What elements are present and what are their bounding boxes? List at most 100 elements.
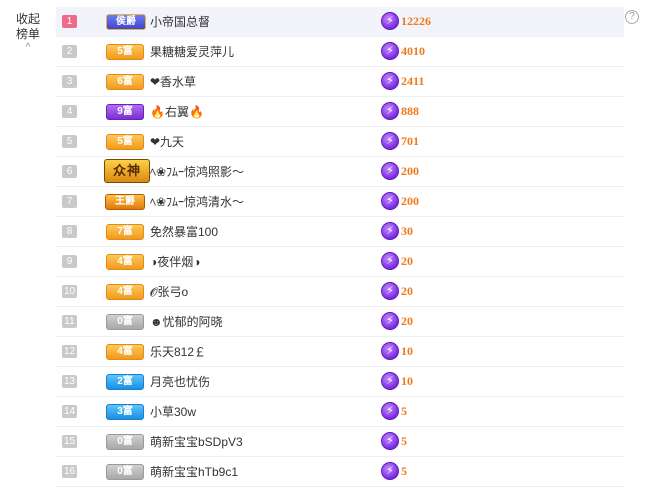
score: ⚡ 20 (381, 312, 413, 330)
leaderboard-row[interactable]: 7 王爵 ﾍ❀ﾌﾑｰ惊鸿清水～ ⚡ 200 (56, 187, 624, 217)
lightning-bolt-icon: ⚡ (381, 42, 399, 60)
lightning-bolt-icon: ⚡ (381, 432, 399, 450)
leaderboard-row[interactable]: 15 0富 萌新宝宝bSDpV3 ⚡ 5 (56, 427, 624, 457)
leaderboard-row[interactable]: 16 0富 萌新宝宝hTb9c1 ⚡ 5 (56, 457, 624, 487)
score: ⚡ 30 (381, 222, 413, 240)
score-value: 30 (401, 223, 413, 238)
user-name[interactable]: 萌新宝宝hTb9c1 (150, 464, 238, 480)
rank-number: 5 (62, 135, 77, 148)
leaderboard-row[interactable]: 6 众神 ﾍ❀ﾌﾑｰ惊鸿照影～ ⚡ 200 (56, 157, 624, 187)
score: ⚡ 888 (381, 102, 419, 120)
leaderboard-row[interactable]: 1 侯爵 小帝国总督 ⚡ 12226 (56, 7, 624, 37)
rank-number: 13 (62, 375, 77, 388)
score-value: 20 (401, 253, 413, 268)
score-value: 4010 (401, 43, 425, 58)
leaderboard-row[interactable]: 5 5富 ❤九天 ⚡ 701 (56, 127, 624, 157)
lightning-bolt-icon: ⚡ (381, 462, 399, 480)
chevron-up-icon: ^ (25, 42, 31, 53)
score: ⚡ 701 (381, 132, 419, 150)
rank-number: 16 (62, 465, 77, 478)
score-value: 20 (401, 283, 413, 298)
score-value: 5 (401, 463, 407, 478)
rank-number: 14 (62, 405, 77, 418)
score: ⚡ 5 (381, 432, 407, 450)
score: ⚡ 5 (381, 402, 407, 420)
lightning-bolt-icon: ⚡ (381, 162, 399, 180)
level-badge: 4富 (106, 284, 144, 300)
user-name[interactable]: 乐天812￡ (150, 344, 206, 360)
rank-number: 6 (62, 165, 77, 178)
user-name[interactable]: ☻忧郁的阿晓 (150, 314, 223, 330)
user-name[interactable]: 小草30w (150, 404, 196, 420)
lightning-bolt-icon: ⚡ (381, 12, 399, 30)
score-value: 2411 (401, 73, 425, 88)
leaderboard-row[interactable]: 12 4富 乐天812￡ ⚡ 10 (56, 337, 624, 367)
level-badge: 7富 (106, 224, 144, 240)
lightning-bolt-icon: ⚡ (381, 222, 399, 240)
score-value: 200 (401, 193, 419, 208)
user-name[interactable]: ◑夜伴烟◑ (150, 254, 201, 270)
leaderboard-row[interactable]: 4 9富 🔥右翼🔥 ⚡ 888 (56, 97, 624, 127)
user-name[interactable]: 月亮也忧伤 (150, 374, 210, 390)
user-name[interactable]: 🔥右翼🔥 (150, 104, 204, 120)
score: ⚡ 20 (381, 282, 413, 300)
rank-number: 4 (62, 105, 77, 118)
user-name[interactable]: ❤香水草 (150, 74, 196, 90)
lightning-bolt-icon: ⚡ (381, 402, 399, 420)
user-name[interactable]: 𝓞张弓o (150, 284, 188, 300)
score: ⚡ 4010 (381, 42, 425, 60)
leaderboard-row[interactable]: 8 7富 免然暴富100 ⚡ 30 (56, 217, 624, 247)
rank-number: 1 (62, 15, 77, 28)
score-value: 701 (401, 133, 419, 148)
score-value: 5 (401, 433, 407, 448)
leaderboard-row[interactable]: 14 3富 小草30w ⚡ 5 (56, 397, 624, 427)
score-value: 10 (401, 373, 413, 388)
level-badge: 2富 (106, 374, 144, 390)
user-name[interactable]: ❤九天 (150, 134, 184, 150)
leaderboard-row[interactable]: 2 5富 果糖糖爱灵萍儿 ⚡ 4010 (56, 37, 624, 67)
collapse-label-line2: 榜单 (15, 27, 40, 41)
leaderboard-row[interactable]: 9 4富 ◑夜伴烟◑ ⚡ 20 (56, 247, 624, 277)
level-badge: 6富 (106, 74, 144, 90)
level-badge: 0富 (106, 314, 144, 330)
collapse-leaderboard-button[interactable]: 收起 榜单 ^ (8, 12, 48, 53)
collapse-label-line1: 收起 (15, 12, 40, 26)
lightning-bolt-icon: ⚡ (381, 72, 399, 90)
level-badge: 众神 (104, 159, 150, 183)
lightning-bolt-icon: ⚡ (381, 342, 399, 360)
lightning-bolt-icon: ⚡ (381, 282, 399, 300)
rank-number: 10 (62, 285, 77, 298)
leaderboard-row[interactable]: 10 4富 𝓞张弓o ⚡ 20 (56, 277, 624, 307)
lightning-bolt-icon: ⚡ (381, 372, 399, 390)
rank-number: 7 (62, 195, 77, 208)
user-name[interactable]: ﾍ❀ﾌﾑｰ惊鸿照影～ (150, 164, 244, 180)
score: ⚡ 5 (381, 462, 407, 480)
user-name[interactable]: 萌新宝宝bSDpV3 (150, 434, 243, 450)
level-badge: 4富 (106, 344, 144, 360)
level-badge: 5富 (106, 44, 144, 60)
user-name[interactable]: 免然暴富100 (150, 224, 218, 240)
user-name[interactable]: 小帝国总督 (150, 14, 210, 30)
user-name[interactable]: 果糖糖爱灵萍儿 (150, 44, 234, 60)
lightning-bolt-icon: ⚡ (381, 192, 399, 210)
user-name[interactable]: ﾍ❀ﾌﾑｰ惊鸿清水～ (150, 194, 244, 210)
level-badge: 4富 (106, 254, 144, 270)
score-value: 10 (401, 343, 413, 358)
rank-number: 9 (62, 255, 77, 268)
question-mark-icon[interactable]: ? (625, 10, 639, 24)
level-badge: 0富 (106, 464, 144, 480)
lightning-bolt-icon: ⚡ (381, 252, 399, 270)
level-badge: 侯爵 (106, 14, 146, 30)
score-value: 12226 (401, 13, 431, 28)
leaderboard-row[interactable]: 11 0富 ☻忧郁的阿晓 ⚡ 20 (56, 307, 624, 337)
score-value: 5 (401, 403, 407, 418)
leaderboard-row[interactable]: 3 6富 ❤香水草 ⚡ 2411 (56, 67, 624, 97)
leaderboard-row[interactable]: 13 2富 月亮也忧伤 ⚡ 10 (56, 367, 624, 397)
score-value: 888 (401, 103, 419, 118)
level-badge: 9富 (106, 104, 144, 120)
score: ⚡ 12226 (381, 12, 431, 30)
level-badge: 3富 (106, 404, 144, 420)
score: ⚡ 20 (381, 252, 413, 270)
level-badge: 5富 (106, 134, 144, 150)
leaderboard-list: 1 侯爵 小帝国总督 ⚡ 12226 2 5富 果糖糖爱灵萍儿 ⚡ 4010 3 6富 ❤香水草 ⚡ 241… (56, 7, 624, 487)
